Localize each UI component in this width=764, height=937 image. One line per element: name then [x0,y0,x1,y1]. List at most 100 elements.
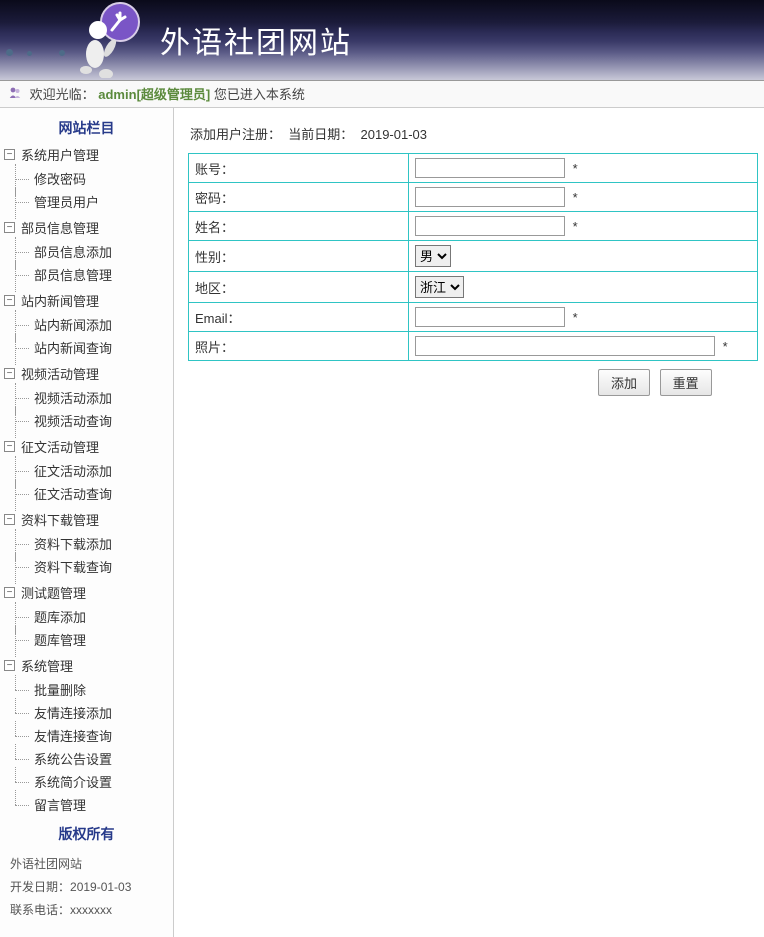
nav-item[interactable]: 批量删除 [0,678,173,701]
add-button[interactable]: 添加 [598,369,650,396]
tree-guide-icon [12,537,34,551]
user-form-table: 账号： * 密码： * 姓名： * [188,153,758,361]
tree-guide-icon [12,775,34,789]
tree-guide-icon [12,487,34,501]
tree-guide-icon [12,245,34,259]
nav-category[interactable]: −系统管理 [0,653,173,678]
user-icon [8,82,22,110]
tree-collapse-icon[interactable]: − [4,368,15,379]
button-row: 添加 重置 [188,361,758,396]
tree-guide-icon [12,610,34,624]
tree-collapse-icon[interactable]: − [4,660,15,671]
nav-item[interactable]: 视频活动查询 [0,409,173,432]
nav-item[interactable]: 资料下载添加 [0,532,173,555]
tree-collapse-icon[interactable]: − [4,514,15,525]
welcome-bar: 欢迎光临： admin[超级管理员] 您已进入本系统 [0,80,764,108]
select-region[interactable]: 浙江 [415,276,464,298]
input-email[interactable] [415,307,565,327]
nav-item[interactable]: 视频活动添加 [0,386,173,409]
nav-item[interactable]: 资料下载查询 [0,555,173,578]
nav-item[interactable]: 系统公告设置 [0,747,173,770]
label-name: 姓名： [189,212,409,241]
required-account: * [569,161,578,176]
input-name[interactable] [415,216,565,236]
tree-collapse-icon[interactable]: − [4,441,15,452]
tree-collapse-icon[interactable]: − [4,222,15,233]
input-account[interactable] [415,158,565,178]
tree-guide-icon [12,414,34,428]
nav-item-label: 题库管理 [34,630,86,649]
required-name: * [569,219,578,234]
label-region: 地区： [189,272,409,303]
nav-item[interactable]: 题库添加 [0,605,173,628]
logo-icon [70,2,150,78]
nav-category[interactable]: −站内新闻管理 [0,288,173,313]
tree-guide-icon [12,729,34,743]
nav-item-label: 题库添加 [34,607,86,626]
nav-item-label: 视频活动查询 [34,411,112,430]
nav-item[interactable]: 征文活动添加 [0,459,173,482]
tree-guide-icon [12,798,34,812]
nav-item[interactable]: 友情连接添加 [0,701,173,724]
nav-category[interactable]: −测试题管理 [0,580,173,605]
decoration-dots [6,44,65,59]
nav-category-label: 视频活动管理 [21,364,99,383]
nav-item-label: 部员信息添加 [34,242,112,261]
tree-collapse-icon[interactable]: − [4,295,15,306]
tree-guide-icon [12,341,34,355]
nav-category-label: 系统管理 [21,656,73,675]
label-gender: 性别： [189,241,409,272]
nav-item-label: 系统简介设置 [34,772,112,791]
nav-item[interactable]: 站内新闻查询 [0,336,173,359]
nav-item-label: 部员信息管理 [34,265,112,284]
label-account: 账号： [189,154,409,183]
nav-item-label: 修改密码 [34,169,86,188]
nav-item[interactable]: 修改密码 [0,167,173,190]
reset-button[interactable]: 重置 [660,369,712,396]
nav-category[interactable]: −征文活动管理 [0,434,173,459]
nav-item-label: 管理员用户 [34,192,99,211]
nav-item[interactable]: 系统简介设置 [0,770,173,793]
tree-collapse-icon[interactable]: − [4,587,15,598]
required-password: * [569,190,578,205]
nav-category[interactable]: −部员信息管理 [0,215,173,240]
nav-category-label: 测试题管理 [21,583,86,602]
nav-item[interactable]: 站内新闻添加 [0,313,173,336]
input-photo[interactable] [415,336,715,356]
nav-tree: −系统用户管理修改密码管理员用户−部员信息管理部员信息添加部员信息管理−站内新闻… [0,142,173,818]
tree-guide-icon [12,195,34,209]
nav-category-label: 资料下载管理 [21,510,99,529]
welcome-suffix: 您已进入本系统 [214,87,305,102]
input-password[interactable] [415,187,565,207]
nav-item-label: 征文活动查询 [34,484,112,503]
page-title: 添加用户注册： 当前日期： 2019-01-03 [188,120,758,153]
tree-guide-icon [12,706,34,720]
sidebar-heading-columns: 网站栏目 [0,112,173,142]
tree-guide-icon [12,683,34,697]
select-gender[interactable]: 男 [415,245,451,267]
content-area: 添加用户注册： 当前日期： 2019-01-03 账号： * 密码： * 姓 [174,108,764,937]
nav-category[interactable]: −资料下载管理 [0,507,173,532]
welcome-username: admin [98,87,136,102]
nav-item[interactable]: 征文活动查询 [0,482,173,505]
nav-category[interactable]: −视频活动管理 [0,361,173,386]
nav-item-label: 资料下载添加 [34,534,112,553]
required-photo: * [719,339,728,354]
nav-item-label: 站内新闻添加 [34,315,112,334]
nav-item[interactable]: 部员信息管理 [0,263,173,286]
tree-collapse-icon[interactable]: − [4,149,15,160]
nav-category[interactable]: −系统用户管理 [0,142,173,167]
tree-guide-icon [12,560,34,574]
nav-item-label: 友情连接添加 [34,703,112,722]
welcome-prefix: 欢迎光临： [30,87,95,102]
nav-item-label: 站内新闻查询 [34,338,112,357]
nav-item-label: 友情连接查询 [34,726,112,745]
nav-item[interactable]: 友情连接查询 [0,724,173,747]
nav-item[interactable]: 部员信息添加 [0,240,173,263]
tree-guide-icon [12,391,34,405]
nav-item[interactable]: 留言管理 [0,793,173,816]
site-title: 外语社团网站 [160,18,352,62]
nav-item[interactable]: 管理员用户 [0,190,173,213]
footer-dev-date: 开发日期：2019-01-03 [10,875,165,898]
nav-item[interactable]: 题库管理 [0,628,173,651]
